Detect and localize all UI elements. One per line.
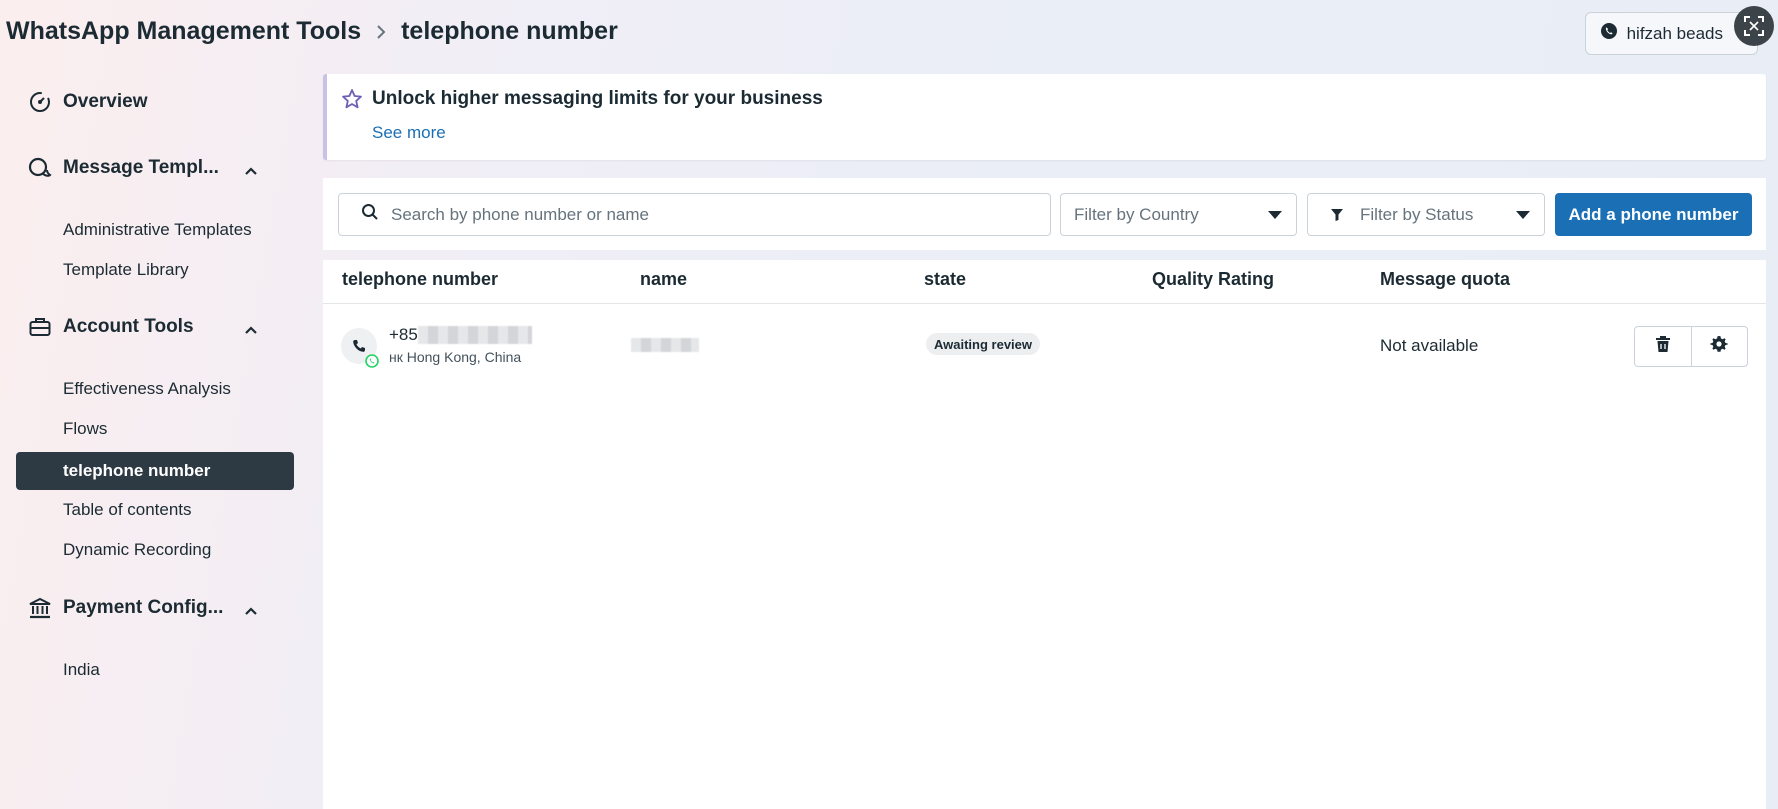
- filter-icon: [1330, 208, 1344, 222]
- settings-button[interactable]: [1690, 327, 1747, 366]
- filter-status-label: Filter by Status: [1360, 204, 1474, 224]
- chevron-up-icon[interactable]: [244, 319, 258, 341]
- sidebar-section-message-templates[interactable]: Message Templ...: [28, 156, 268, 180]
- search-icon: [361, 203, 379, 226]
- sidebar-section-account-tools[interactable]: Account Tools: [28, 315, 268, 339]
- delete-button[interactable]: [1635, 327, 1691, 366]
- sidebar-item-administrative-templates[interactable]: Administrative Templates: [63, 220, 252, 240]
- screenshot-icon[interactable]: [1734, 6, 1774, 46]
- speedometer-icon: [28, 90, 52, 114]
- chevron-up-icon[interactable]: [244, 600, 258, 622]
- toolbox-icon: [28, 315, 52, 339]
- sidebar-item-label: Overview: [63, 91, 148, 112]
- phone-number: +85: [389, 325, 532, 345]
- table-row[interactable]: +85 нк Hong Kong, China Awaiting review …: [323, 304, 1766, 382]
- filter-status-select[interactable]: Filter by Status: [1307, 193, 1545, 236]
- header: WhatsApp Management Tools telephone numb…: [0, 0, 1778, 66]
- sidebar-item-table-of-contents[interactable]: Table of contents: [63, 500, 192, 520]
- redacted-phone-digits: [417, 326, 532, 344]
- sidebar-section-payment-config[interactable]: Payment Config...: [28, 596, 268, 620]
- column-header-quality[interactable]: Quality Rating: [1152, 269, 1274, 290]
- gear-icon: [1710, 335, 1729, 358]
- sidebar-item-label: Account Tools: [63, 316, 194, 337]
- sidebar-item-india[interactable]: India: [63, 660, 100, 680]
- sidebar-item-flows[interactable]: Flows: [63, 419, 107, 439]
- filter-country-select[interactable]: Filter by Country: [1060, 193, 1297, 236]
- status-badge: Awaiting review: [926, 333, 1041, 355]
- see-more-link[interactable]: See more: [372, 123, 446, 143]
- phone-country: нк Hong Kong, China: [389, 349, 522, 365]
- column-header-state[interactable]: state: [924, 269, 966, 290]
- phone-numbers-table: telephone number name state Quality Rati…: [323, 260, 1766, 809]
- sidebar-item-dynamic-recording[interactable]: Dynamic Recording: [63, 540, 211, 560]
- sidebar-item-label: Payment Config...: [63, 597, 224, 618]
- table-header: telephone number name state Quality Rati…: [323, 260, 1766, 304]
- filter-country-label: Filter by Country: [1074, 204, 1199, 224]
- sidebar-item-overview[interactable]: Overview: [28, 90, 148, 114]
- whatsapp-icon: [1600, 22, 1618, 45]
- message-quota: Not available: [1380, 336, 1479, 355]
- column-header-quota[interactable]: Message quota: [1380, 269, 1510, 290]
- whatsapp-badge-icon: [365, 354, 379, 368]
- chevron-up-icon[interactable]: [244, 160, 258, 182]
- star-icon: [341, 88, 363, 115]
- phone-number-prefix: +85: [389, 325, 418, 344]
- breadcrumb-app-title[interactable]: WhatsApp Management Tools: [6, 17, 361, 46]
- row-actions: [1634, 326, 1748, 367]
- search-input[interactable]: Search by phone number or name: [338, 193, 1051, 236]
- column-header-phone[interactable]: telephone number: [342, 269, 498, 290]
- search-placeholder: Search by phone number or name: [391, 204, 649, 224]
- page-title: telephone number: [401, 17, 618, 45]
- upgrade-banner: Unlock higher messaging limits for your …: [323, 74, 1766, 160]
- account-name: hifzah beads: [1626, 23, 1723, 43]
- column-header-name[interactable]: name: [640, 269, 687, 290]
- sidebar: Overview Message Templ... Administrative…: [0, 66, 300, 809]
- chevron-right-icon: [375, 24, 387, 40]
- caret-down-icon: [1268, 211, 1282, 219]
- breadcrumb: WhatsApp Management Tools telephone numb…: [6, 17, 618, 46]
- caret-down-icon: [1516, 211, 1530, 219]
- sidebar-item-label: Message Templ...: [63, 157, 219, 178]
- sidebar-item-telephone-number[interactable]: telephone number: [16, 452, 294, 490]
- filter-toolbar: Search by phone number or name Filter by…: [323, 178, 1766, 250]
- account-switcher-button[interactable]: hifzah beads: [1584, 12, 1758, 55]
- sidebar-item-template-library[interactable]: Template Library: [63, 260, 189, 280]
- redacted-name: [631, 338, 699, 352]
- banner-title: Unlock higher messaging limits for your …: [372, 88, 823, 109]
- bank-icon: [28, 596, 52, 620]
- add-phone-number-button[interactable]: Add a phone number: [1555, 193, 1752, 236]
- chat-bubbles-icon: [28, 156, 52, 180]
- trash-icon: [1655, 335, 1671, 358]
- sidebar-item-effectiveness-analysis[interactable]: Effectiveness Analysis: [63, 379, 231, 399]
